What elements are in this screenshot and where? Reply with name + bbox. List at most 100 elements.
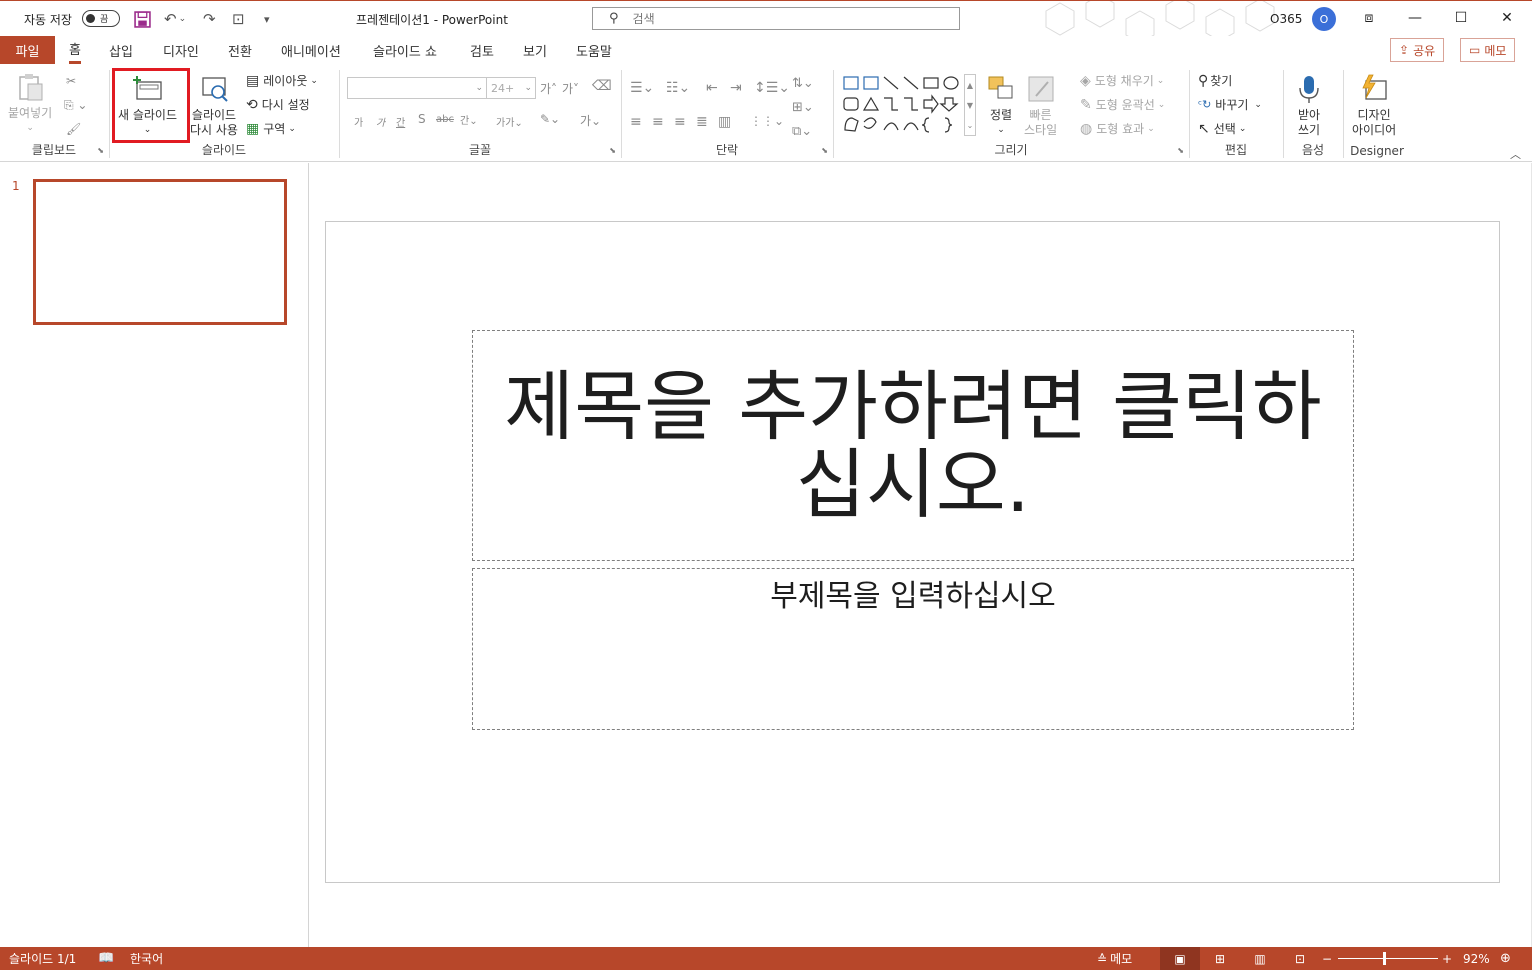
tab-file[interactable]: 파일 xyxy=(0,36,55,64)
fit-to-window-button[interactable]: ⊕ xyxy=(1500,947,1511,970)
replace-button[interactable]: ᶜ↻ 바꾸기 ⌄ xyxy=(1198,96,1262,113)
justify-button[interactable]: ≣ xyxy=(696,114,708,130)
reuse-slides-button[interactable]: 슬라이드 다시 사용 xyxy=(190,74,238,138)
font-name-combo[interactable]: ⌄ xyxy=(347,77,487,99)
tab-insert[interactable]: 삽입 xyxy=(109,36,133,64)
layout-icon: ▤ xyxy=(246,72,260,89)
clear-formatting-button[interactable]: ⌫ xyxy=(592,78,612,94)
line-spacing-button[interactable]: ↕☰⌄ xyxy=(754,80,790,96)
zoom-level[interactable]: 92% xyxy=(1463,947,1490,970)
bold-button[interactable]: 가 xyxy=(354,114,363,129)
tab-slideshow[interactable]: 슬라이드 쇼 xyxy=(373,36,437,64)
slideshow-view-button[interactable]: ⊡ xyxy=(1290,947,1310,970)
underline-button[interactable]: 간 xyxy=(396,114,405,129)
cut-button[interactable]: ✂ xyxy=(66,74,76,88)
arrange-button[interactable]: 정렬 ⌄ xyxy=(986,74,1016,138)
zoom-out-button[interactable]: − xyxy=(1322,947,1332,970)
customize-qat-button[interactable]: ▾ xyxy=(264,1,270,36)
language-indicator[interactable]: 한국어 xyxy=(130,947,163,970)
design-ideas-button[interactable]: 디자인 아이디어 xyxy=(1352,74,1396,138)
redo-button[interactable]: ↷ xyxy=(203,1,216,36)
zoom-slider-thumb[interactable] xyxy=(1383,952,1386,965)
save-button[interactable] xyxy=(134,1,151,36)
paste-button[interactable]: 붙여넣기 ⌄ xyxy=(8,72,52,136)
tab-design[interactable]: 디자인 xyxy=(163,36,199,64)
layout-button[interactable]: ▤ 레이아웃 ⌄ xyxy=(246,72,318,89)
copy-button[interactable]: ⎘ ⌄ xyxy=(64,98,87,113)
reading-view-button[interactable]: ▥ xyxy=(1250,947,1270,970)
maximize-button[interactable]: ☐ xyxy=(1438,1,1484,35)
spelling-check-button[interactable]: 📖 xyxy=(98,947,114,970)
subtitle-placeholder[interactable]: 부제목을 입력하십시오 xyxy=(472,568,1354,730)
character-spacing-button[interactable]: 간⌄ xyxy=(460,112,478,127)
font-launcher-icon[interactable]: ⬊ xyxy=(609,146,616,155)
comments-button[interactable]: ▭ 메모 xyxy=(1460,38,1516,62)
bullets-button[interactable]: ☰⌄ xyxy=(630,80,654,96)
shapes-gallery[interactable] xyxy=(842,74,966,136)
align-left-button[interactable]: ≡ xyxy=(630,114,642,130)
italic-button[interactable]: 가 xyxy=(376,114,385,129)
tab-home[interactable]: 홈 xyxy=(69,36,81,64)
decrease-font-size-button[interactable]: 가˅ xyxy=(562,80,579,97)
search-box[interactable]: ⚲ 검색 xyxy=(592,7,960,30)
comment-icon: ▭ xyxy=(1469,43,1481,57)
tab-help[interactable]: 도움말 xyxy=(576,36,612,64)
reset-button[interactable]: ⟲ 다시 설정 xyxy=(246,96,310,113)
section-button[interactable]: ▦ 구역 ⌄ xyxy=(246,120,296,137)
slide-canvas[interactable]: 제목을 추가하려면 클릭하십시오. 부제목을 입력하십시오 xyxy=(325,221,1500,883)
shape-fill-label: 도형 채우기 xyxy=(1094,74,1154,88)
shape-fill-button[interactable]: ◈ 도형 채우기 ⌄ xyxy=(1080,72,1164,89)
minimize-button[interactable]: — xyxy=(1392,1,1438,35)
increase-indent-button[interactable]: ⇥ xyxy=(730,80,742,96)
text-shadow-icon: S xyxy=(418,112,426,126)
dictate-button[interactable]: 받아 쓰기 xyxy=(1294,74,1324,138)
decrease-indent-button[interactable]: ⇤ xyxy=(706,80,718,96)
smartart-button[interactable]: ⧉⌄ xyxy=(792,124,812,139)
collapse-ribbon-button[interactable]: ︿ xyxy=(1510,146,1521,162)
zoom-slider-track[interactable] xyxy=(1338,958,1438,959)
slide-thumbnail[interactable] xyxy=(33,179,287,325)
change-case-button[interactable]: 가가⌄ xyxy=(496,114,523,129)
quick-styles-button[interactable]: 빠른 스타일 xyxy=(1024,74,1057,138)
select-button[interactable]: ↖ 선택 ⌄ xyxy=(1198,120,1246,137)
undo-button[interactable]: ↶ ⌄ xyxy=(164,1,186,36)
shape-outline-button[interactable]: ✎ 도형 윤곽선 ⌄ xyxy=(1080,96,1165,113)
numbering-button[interactable]: ☷⌄ xyxy=(666,80,690,96)
increase-font-size-button[interactable]: 가˄ xyxy=(540,80,557,97)
tab-view[interactable]: 보기 xyxy=(523,36,547,64)
tab-animations[interactable]: 애니메이션 xyxy=(281,36,341,64)
find-button[interactable]: ⚲ 찾기 xyxy=(1198,72,1232,89)
notes-button[interactable]: ≙ 메모 xyxy=(1097,947,1132,970)
normal-view-button[interactable]: ▣ xyxy=(1160,947,1200,970)
autosave-toggle[interactable]: 끔 xyxy=(82,10,120,27)
drawing-launcher-icon[interactable]: ⬊ xyxy=(1177,146,1184,155)
strikethrough-button[interactable]: abc xyxy=(436,114,454,125)
slide-sorter-button[interactable]: ⊞ xyxy=(1210,947,1230,970)
start-from-beginning-button[interactable]: ⊡ xyxy=(232,1,245,36)
distributed-button[interactable]: ▥ xyxy=(718,114,731,130)
format-painter-button[interactable]: 🖌 xyxy=(66,122,81,136)
close-button[interactable]: ✕ xyxy=(1484,1,1530,35)
align-center-button[interactable]: ≡ xyxy=(652,114,664,130)
user-name[interactable]: O365 xyxy=(1270,1,1302,36)
highlight-color-button[interactable]: ✎⌄ xyxy=(540,112,560,126)
cursor-icon: ↖ xyxy=(1198,120,1210,137)
columns-button[interactable]: ⋮⋮⌄ xyxy=(750,114,784,128)
tab-review[interactable]: 검토 xyxy=(470,36,494,64)
share-button[interactable]: ⇪ 공유 xyxy=(1390,38,1445,62)
text-direction-button[interactable]: ⇅⌄ xyxy=(792,76,814,91)
zoom-in-button[interactable]: + xyxy=(1442,947,1452,970)
avatar[interactable]: O xyxy=(1312,7,1336,31)
tab-transitions[interactable]: 전환 xyxy=(228,36,252,64)
paragraph-launcher-icon[interactable]: ⬊ xyxy=(821,146,828,155)
clipboard-launcher-icon[interactable]: ⬊ xyxy=(97,146,104,155)
align-right-button[interactable]: ≡ xyxy=(674,114,686,130)
shadow-button[interactable]: S xyxy=(418,112,426,126)
shape-effects-button[interactable]: ◍ 도형 효과 ⌄ xyxy=(1080,120,1155,137)
ribbon-display-options-button[interactable]: ⧈ xyxy=(1346,1,1392,35)
title-placeholder[interactable]: 제목을 추가하려면 클릭하십시오. xyxy=(472,330,1354,561)
font-size-combo[interactable]: 24+ ⌄ xyxy=(486,77,536,99)
font-color-button[interactable]: 가⌄ xyxy=(580,112,601,129)
align-text-button[interactable]: ⊞⌄ xyxy=(792,100,814,115)
shapes-scroll[interactable]: ▲ ▼ ⌄ xyxy=(964,74,976,136)
